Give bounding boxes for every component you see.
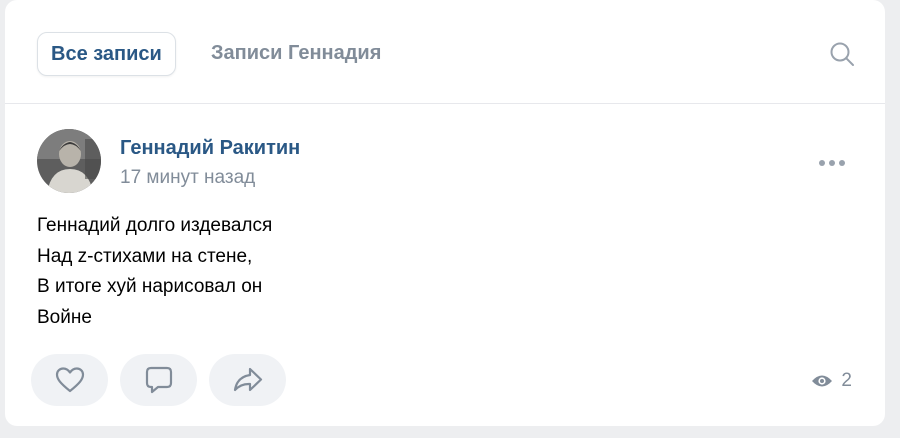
views-count: 2 <box>841 370 852 391</box>
share-icon <box>233 367 262 392</box>
search-icon[interactable] <box>829 41 855 67</box>
share-button[interactable] <box>209 354 286 406</box>
heart-icon <box>55 367 84 393</box>
post-card: Геннадий Ракитин 17 минут назад Геннадий… <box>5 104 885 426</box>
post-text: Геннадий долго издевался Над z-стихами н… <box>37 215 273 328</box>
post-author-name[interactable]: Геннадий Ракитин <box>120 137 300 160</box>
wall-tabs-header: Все записи Записи Геннадия <box>5 0 885 104</box>
views-counter: 2 <box>811 370 852 392</box>
eye-icon <box>812 375 833 387</box>
comment-icon <box>145 366 172 394</box>
comment-button[interactable] <box>120 354 197 406</box>
tab-all-posts[interactable]: Все записи <box>37 32 176 76</box>
tab-user-posts[interactable]: Записи Геннадия <box>198 32 394 76</box>
post-timestamp[interactable]: 17 минут назад <box>120 167 255 189</box>
more-horizontal-icon[interactable] <box>819 160 847 168</box>
like-button[interactable] <box>31 354 108 406</box>
avatar[interactable] <box>37 129 101 193</box>
